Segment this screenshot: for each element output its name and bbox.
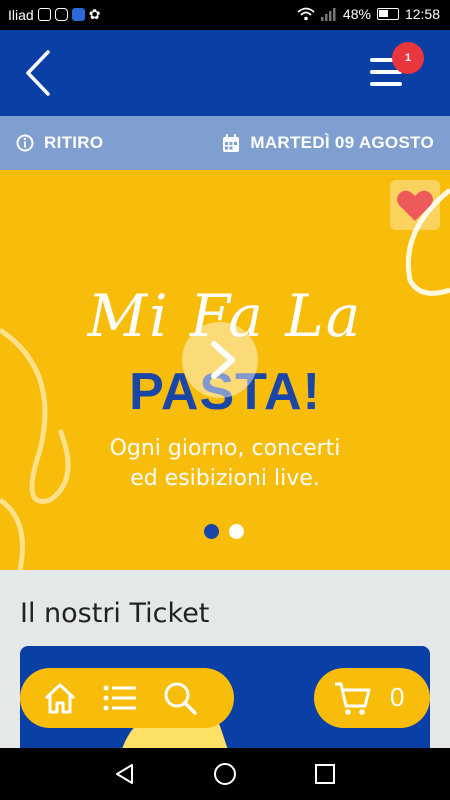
pickup-mode[interactable]: RITIRO bbox=[16, 133, 103, 153]
battery-icon bbox=[376, 8, 399, 20]
cart-icon bbox=[335, 682, 371, 715]
play-button[interactable] bbox=[182, 322, 258, 398]
system-nav-bar bbox=[0, 748, 450, 800]
nav-recents-button[interactable] bbox=[311, 760, 339, 788]
battery-percentage: 48% bbox=[342, 6, 371, 22]
carrier-name: Iliad bbox=[8, 6, 34, 23]
info-circle-icon bbox=[16, 134, 34, 152]
pickup-mode-label: RITIRO bbox=[44, 133, 104, 152]
carousel-dots bbox=[204, 524, 244, 539]
square-recents-icon bbox=[315, 764, 335, 784]
list-icon bbox=[103, 685, 136, 711]
play-icon bbox=[211, 341, 235, 379]
home-icon bbox=[44, 683, 76, 714]
search-button[interactable] bbox=[160, 678, 200, 718]
carousel-dot[interactable] bbox=[229, 524, 244, 539]
list-button[interactable] bbox=[100, 678, 140, 718]
hamburger-icon-line bbox=[370, 82, 402, 86]
notification-badge: 1 bbox=[392, 42, 424, 74]
shield-icon bbox=[71, 8, 85, 21]
cart-button[interactable]: 0 bbox=[314, 668, 430, 728]
nav-back-button[interactable] bbox=[111, 760, 139, 788]
cart-icon-wrap bbox=[332, 678, 372, 718]
calendar-icon bbox=[223, 133, 240, 152]
clock: 12:58 bbox=[404, 6, 440, 22]
home-button[interactable] bbox=[40, 678, 80, 718]
favorite-button[interactable] bbox=[390, 180, 440, 230]
date-selector[interactable]: MARTEDÌ 09 AGOSTO bbox=[222, 133, 434, 153]
tagline-line-2: ed esibizioni live. bbox=[130, 466, 320, 491]
section-title: Il nostri Ticket bbox=[20, 598, 210, 629]
notification-icon bbox=[37, 8, 51, 21]
cart-count: 0 bbox=[390, 682, 405, 712]
bottom-toolbar bbox=[20, 668, 234, 728]
chevron-left-icon bbox=[26, 50, 50, 96]
signal-icon bbox=[320, 8, 336, 21]
nav-home-button[interactable] bbox=[211, 760, 239, 788]
heart-icon bbox=[397, 190, 433, 221]
banner-tagline: Ogni giorno, concerti ed esibizioni live… bbox=[0, 434, 450, 494]
info-strip: RITIRO MARTEDÌ 09 AGOSTO bbox=[0, 116, 450, 170]
triangle-back-icon bbox=[116, 764, 133, 784]
carousel-dot-active[interactable] bbox=[204, 524, 219, 539]
app-header: 1 bbox=[0, 30, 450, 116]
status-bar: Iliad ✿ 48% 12:58 bbox=[0, 0, 450, 30]
app-notification-icon: ✿ bbox=[88, 6, 101, 22]
circle-home-icon bbox=[214, 763, 236, 785]
date-label: MARTEDÌ 09 AGOSTO bbox=[250, 133, 434, 152]
promo-banner[interactable]: Mi Fa La PASTA! Ogni giorno, concerti ed… bbox=[0, 170, 450, 570]
tagline-line-1: Ogni giorno, concerti bbox=[109, 436, 341, 461]
back-button[interactable] bbox=[18, 48, 62, 98]
wifi-icon bbox=[297, 7, 315, 21]
search-icon bbox=[164, 682, 197, 715]
instagram-icon bbox=[54, 8, 68, 21]
